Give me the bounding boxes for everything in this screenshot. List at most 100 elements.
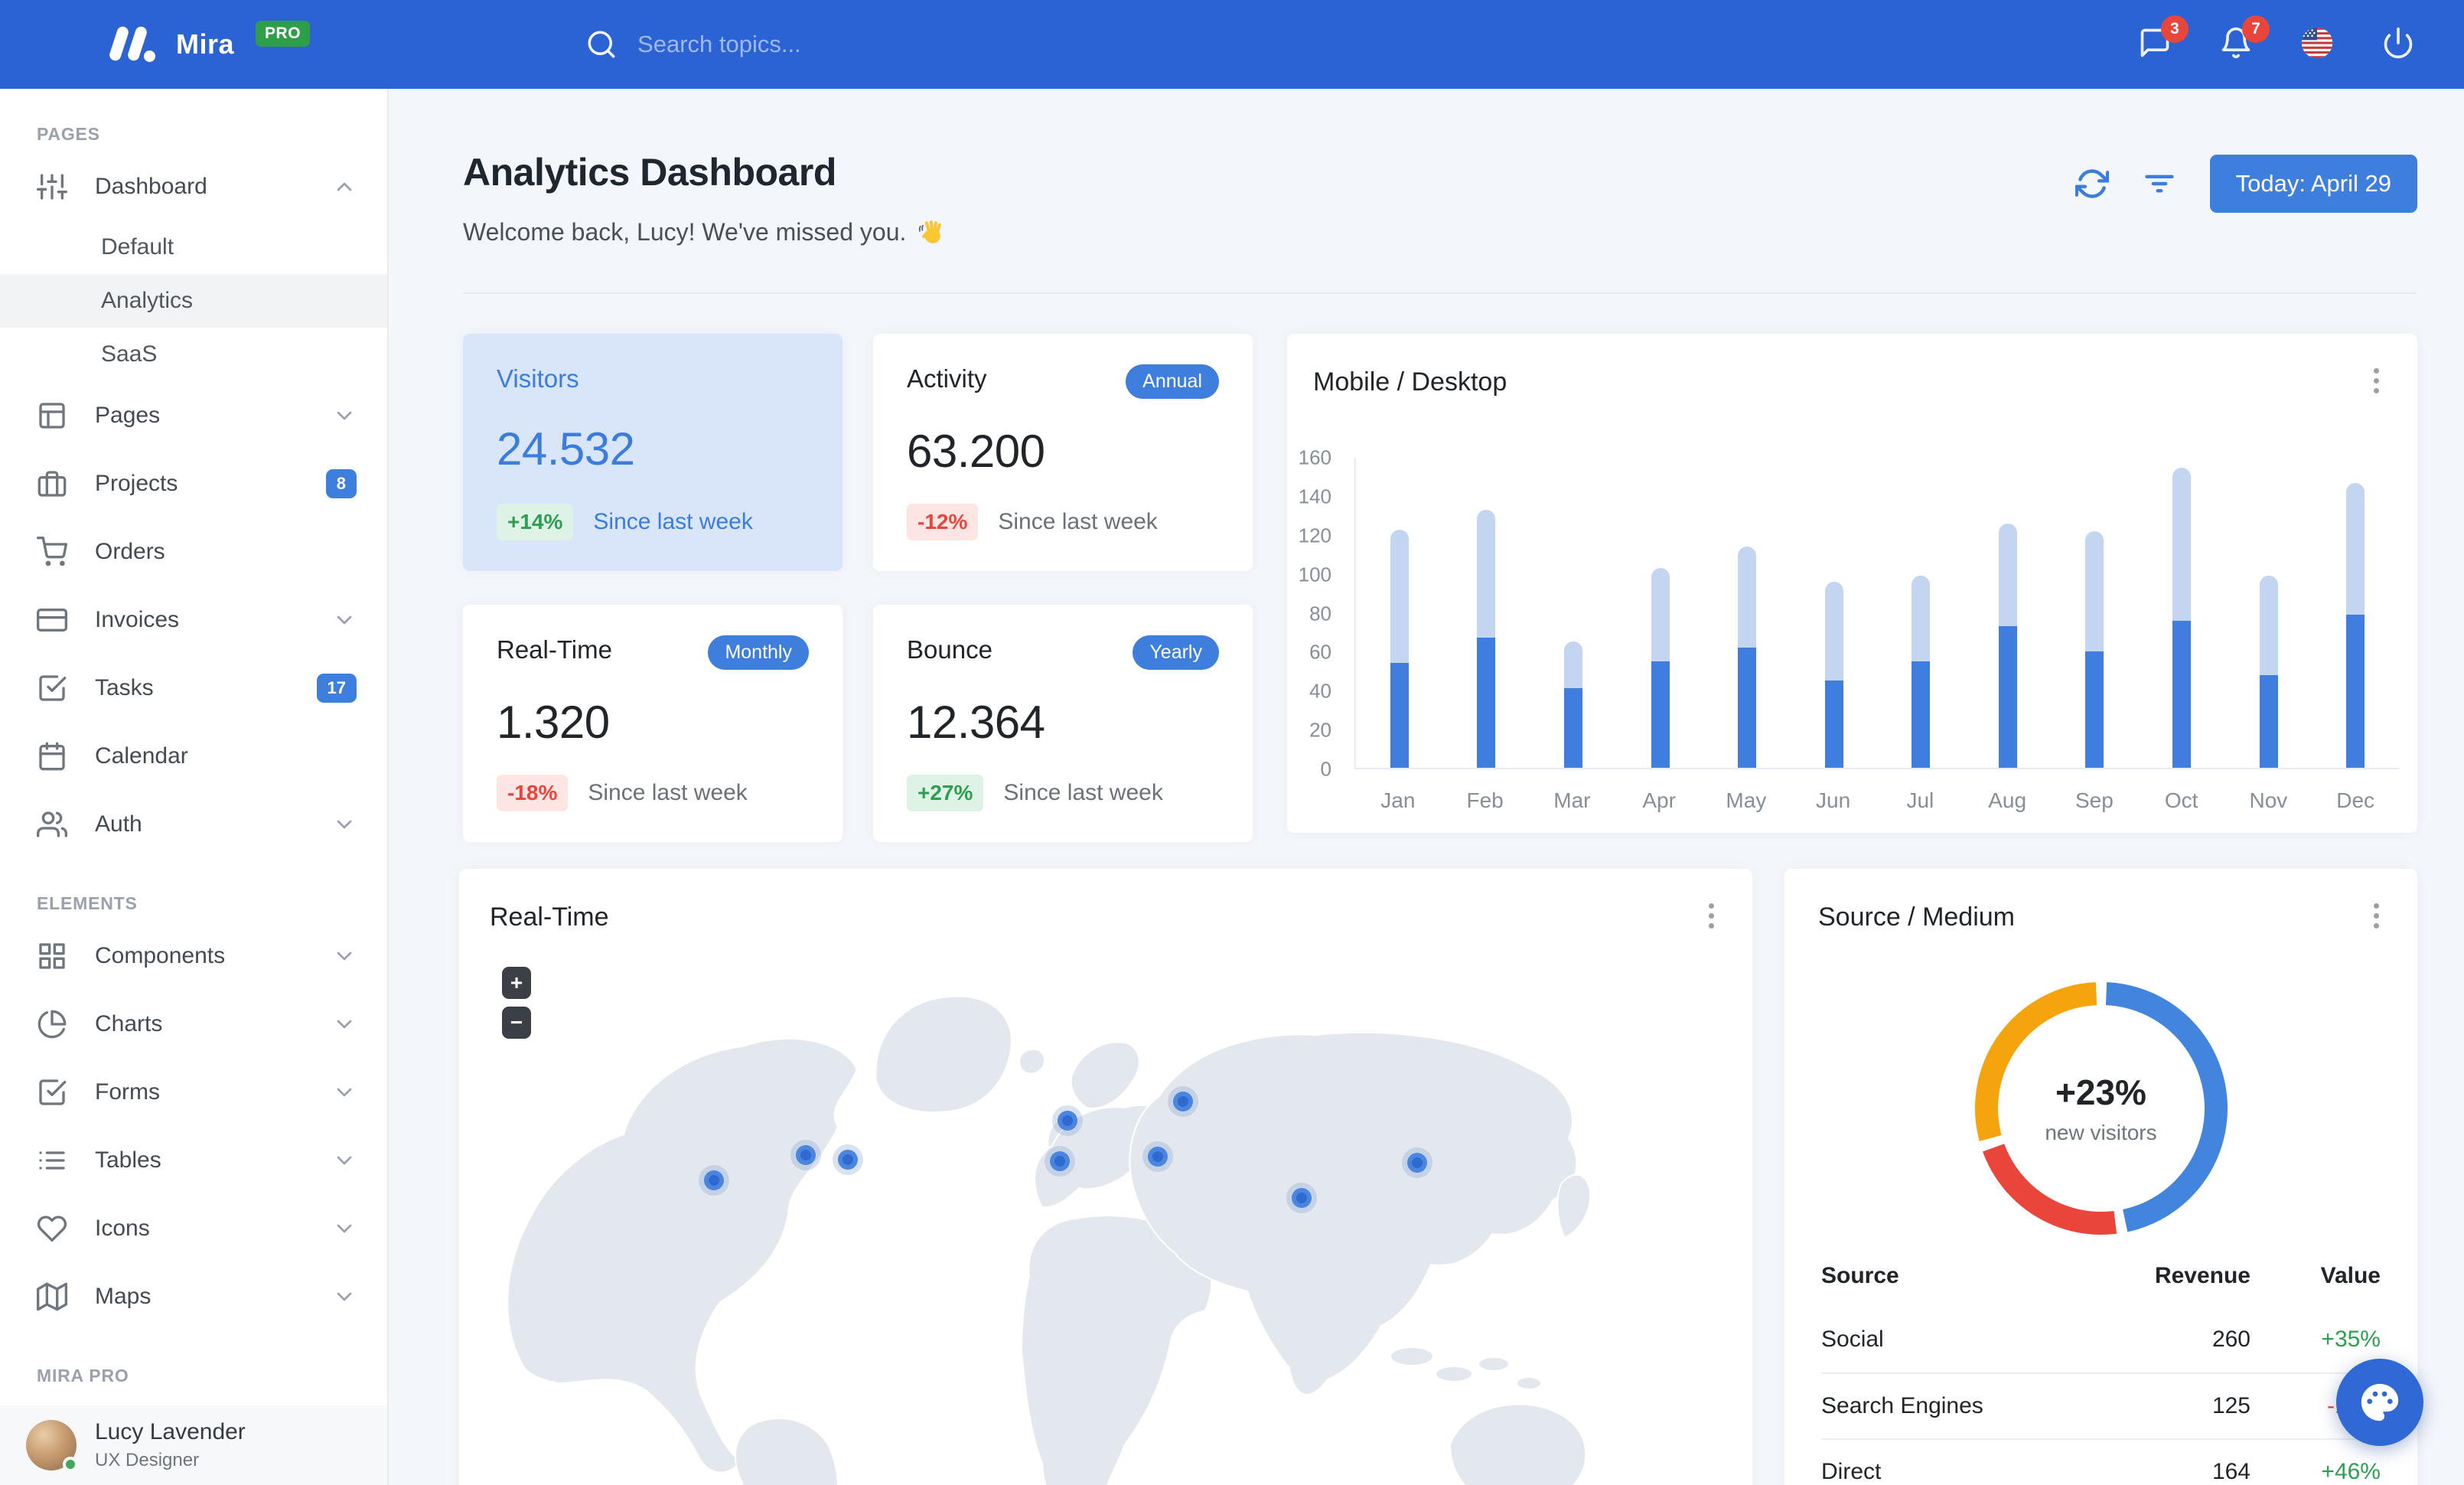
table-row: Social 260 +35% — [1821, 1327, 2381, 1352]
top-navbar: Mira PRO 3 7 — [0, 0, 2464, 89]
notifications-count-badge: 7 — [2242, 15, 2270, 43]
chart-title: Mobile / Desktop — [1313, 367, 1507, 397]
delta-badge: -12% — [907, 504, 979, 540]
online-status-dot — [63, 1457, 78, 1472]
chevron-down-icon — [332, 1216, 357, 1241]
brand-name: Mira — [176, 28, 235, 60]
search-input[interactable] — [637, 31, 1067, 58]
calendar-icon — [37, 741, 67, 772]
map-icon — [37, 1281, 68, 1312]
stat-title: Real-Time — [497, 635, 612, 664]
mira-logo-icon — [107, 24, 156, 64]
period-pill: Yearly — [1133, 635, 1219, 670]
delta-badge: +14% — [497, 504, 574, 540]
credit-card-icon — [37, 605, 68, 635]
sidebar-item-icons[interactable]: Icons — [0, 1194, 387, 1262]
sidebar-item-calendar[interactable]: Calendar — [0, 722, 387, 790]
theme-settings-fab[interactable] — [2336, 1359, 2423, 1446]
pie-chart-icon — [37, 1009, 67, 1040]
stat-title: Visitors — [497, 364, 579, 393]
sidebar-item-tables[interactable]: Tables — [0, 1126, 387, 1194]
card-menu-button[interactable] — [2361, 898, 2391, 933]
delta-badge: -18% — [497, 775, 569, 811]
chevron-up-icon — [332, 175, 357, 199]
sidebar-item-orders[interactable]: Orders — [0, 517, 387, 586]
briefcase-icon — [37, 468, 67, 499]
messages-count-badge: 3 — [2161, 15, 2189, 43]
stat-caption: Since last week — [588, 780, 748, 805]
realtime-stat-card: Real-Time Monthly 1.320 -18% Since last we… — [463, 605, 843, 842]
chevron-down-icon — [332, 608, 357, 632]
logout-button[interactable] — [2381, 26, 2418, 63]
waving-hand-icon — [919, 220, 942, 243]
language-button[interactable] — [2300, 26, 2337, 63]
user-profile[interactable]: Lucy Lavender UX Designer — [0, 1405, 387, 1485]
sidebar-item-tasks[interactable]: Tasks 17 — [0, 654, 387, 722]
check-square-icon — [37, 1077, 67, 1108]
chevron-down-icon — [332, 944, 357, 968]
sidebar-item-dashboard[interactable]: Dashboard — [0, 152, 387, 220]
period-pill: Monthly — [708, 635, 809, 670]
stat-value: 1.320 — [497, 697, 610, 748]
refresh-button[interactable] — [2075, 167, 2110, 201]
chevron-down-icon — [332, 1012, 357, 1036]
chevron-down-icon — [332, 403, 357, 428]
donut-center-value: +23% — [2055, 1072, 2146, 1112]
activity-stat-card: Activity Annual 63.200 -12% Since last wee… — [873, 334, 1253, 571]
messages-button[interactable]: 3 — [2138, 15, 2189, 63]
tasks-count-badge: 17 — [316, 673, 357, 703]
sidebar-item-components[interactable]: Components — [0, 922, 387, 990]
avatar — [26, 1420, 78, 1472]
stat-value: 24.532 — [497, 423, 635, 475]
main-content: Analytics Dashboard Welcome back, Lucy! … — [389, 89, 2464, 1485]
sidebar-item-default[interactable]: Default — [0, 220, 387, 274]
stat-caption: Since last week — [1003, 780, 1163, 805]
palette-icon — [2361, 1383, 2399, 1421]
sidebar-item-saas[interactable]: SaaS — [0, 328, 387, 381]
stat-title: Bounce — [907, 635, 992, 664]
user-role: UX Designer — [95, 1450, 200, 1470]
map-zoom-in-button[interactable]: + — [502, 967, 531, 999]
sidebar-item-invoices[interactable]: Invoices — [0, 586, 387, 654]
welcome-message: Welcome back, Lucy! We've missed you. — [463, 217, 946, 246]
header-divider — [463, 292, 2417, 294]
users-icon — [37, 809, 68, 840]
pro-badge: PRO — [256, 21, 311, 47]
search-icon — [588, 31, 615, 58]
realtime-map-card: Real-Time + − — [459, 869, 1752, 1485]
world-map — [507, 995, 1592, 1485]
sidebar-item-projects[interactable]: Projects 8 — [0, 449, 387, 517]
table-row: Direct 164 +46% — [1821, 1438, 2381, 1485]
bar-plot — [1354, 458, 2399, 769]
sidebar-item-charts[interactable]: Charts — [0, 990, 387, 1058]
sidebar-item-auth[interactable]: Auth — [0, 790, 387, 858]
section-label-elements: ELEMENTS — [37, 893, 138, 913]
us-flag-icon — [2301, 27, 2333, 59]
stat-value: 12.364 — [907, 697, 1045, 748]
notifications-button[interactable]: 7 — [2219, 15, 2270, 63]
card-menu-button[interactable] — [2361, 363, 2391, 398]
sidebar-item-pages[interactable]: Pages — [0, 381, 387, 449]
period-pill: Annual — [1126, 364, 1219, 399]
mobile-desktop-chart-card: Mobile / Desktop 160 140 120 100 80 60 40 20 0 J… — [1287, 334, 2417, 833]
date-range-button[interactable]: Today: April 29 — [2209, 155, 2417, 213]
chevron-down-icon — [332, 812, 357, 837]
brand[interactable]: Mira PRO — [107, 21, 311, 64]
card-menu-button[interactable] — [1696, 898, 1726, 933]
sidebar-item-maps[interactable]: Maps — [0, 1262, 387, 1330]
section-label-pages: PAGES — [37, 124, 100, 144]
source-table: Source Revenue Value Social 260 +35% Sea… — [1821, 1245, 2381, 1485]
source-medium-card: Source / Medium +23% new visitors Source… — [1784, 869, 2417, 1485]
chevron-down-icon — [332, 1284, 357, 1309]
section-label-mira-pro: MIRA PRO — [37, 1366, 129, 1385]
visitors-stat-card: Visitors 24.532 +14% Since last week — [463, 334, 843, 571]
sidebar-item-analytics[interactable]: Analytics — [0, 274, 387, 328]
sidebar: PAGES Dashboard Default Analytics SaaS P… — [0, 89, 389, 1485]
sidebar-item-forms[interactable]: Forms — [0, 1058, 387, 1126]
filter-button[interactable] — [2143, 167, 2176, 201]
chevron-down-icon — [332, 1148, 357, 1173]
bar-chart-y-axis: 160 140 120 100 80 60 40 20 0 — [1298, 445, 1331, 781]
map-zoom-out-button[interactable]: − — [502, 1007, 531, 1039]
chevron-down-icon — [332, 1080, 357, 1105]
stat-caption: Since last week — [998, 509, 1158, 534]
